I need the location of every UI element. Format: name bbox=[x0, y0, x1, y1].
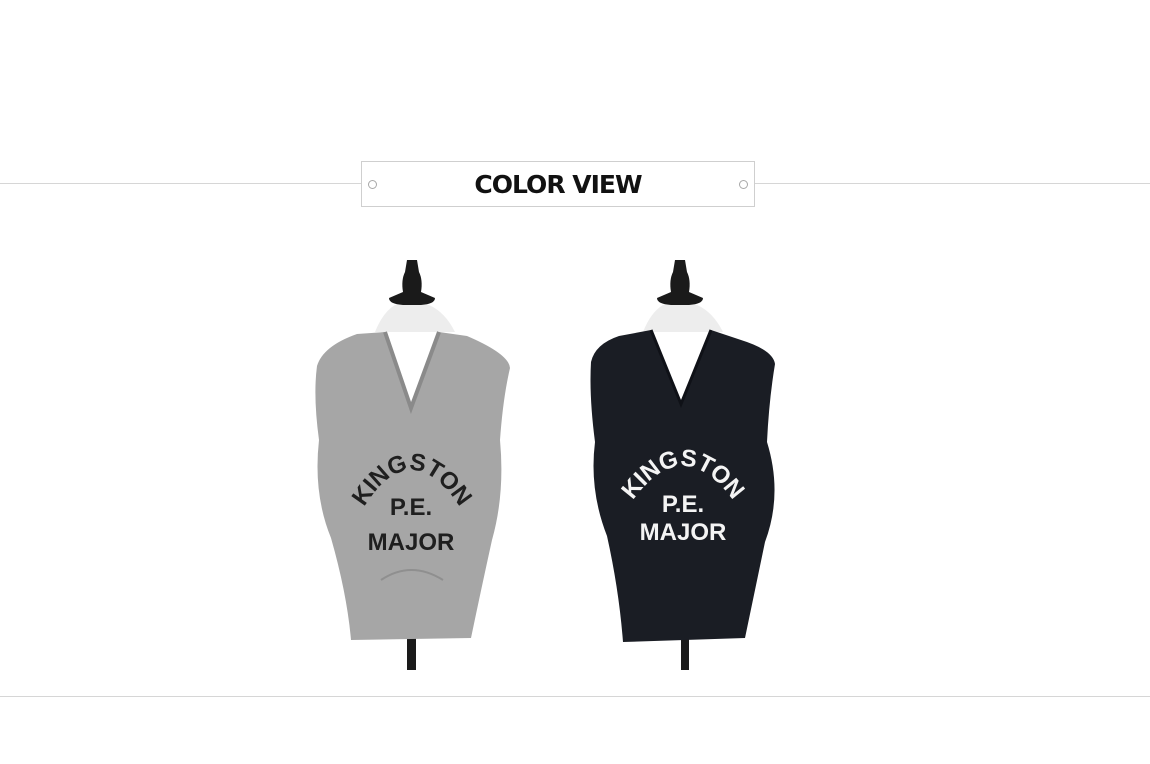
print-line-3: MAJOR bbox=[368, 529, 455, 556]
print-line-2: P.E. bbox=[662, 491, 704, 518]
mannequin-neck bbox=[375, 305, 455, 332]
title-dot-left-icon bbox=[368, 180, 377, 189]
mannequin-neck bbox=[643, 305, 723, 332]
section-divider-bottom bbox=[0, 696, 1150, 697]
mannequin-neck-cap bbox=[389, 260, 435, 305]
print-line-3: MAJOR bbox=[640, 519, 727, 546]
vest-body bbox=[315, 332, 510, 640]
product-image-black: KINGSTON P.E. MAJOR bbox=[565, 250, 805, 670]
mannequin-neck-cap bbox=[657, 260, 703, 305]
print-line-2: P.E. bbox=[390, 494, 432, 521]
product-image-gray: KINGSTON P.E. MAJOR bbox=[295, 250, 535, 670]
vest-black-illustration: KINGSTON P.E. MAJOR bbox=[590, 260, 775, 670]
vest-gray-illustration: KINGSTON P.E. MAJOR bbox=[315, 260, 510, 670]
title-dot-right-icon bbox=[739, 180, 748, 189]
section-title-box: COLOR VIEW bbox=[361, 161, 755, 207]
section-title: COLOR VIEW bbox=[474, 169, 642, 199]
